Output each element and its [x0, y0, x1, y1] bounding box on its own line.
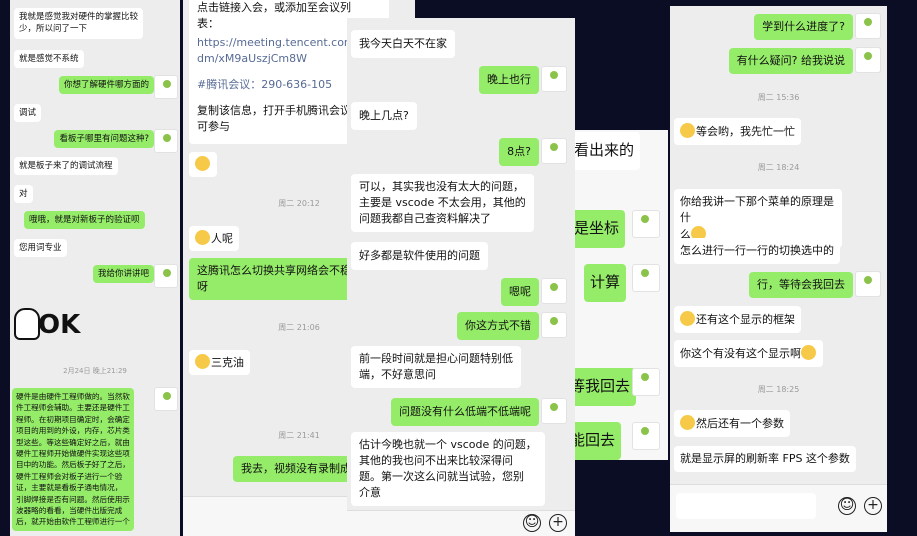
- message-bubble: 等会哟，我先忙一忙: [674, 118, 801, 145]
- message-bubble: 还有这个显示的框架: [674, 306, 801, 333]
- avatar[interactable]: [855, 47, 881, 73]
- message-bubble: 怎么进行一行一行的切换选中的: [674, 238, 840, 264]
- message-bubble: 就是感觉不系统: [14, 50, 84, 69]
- message-bubble: 然后还有一个参数: [674, 410, 790, 437]
- avatar[interactable]: [541, 278, 567, 304]
- avatar[interactable]: [154, 264, 178, 288]
- message-bubble: 有什么疑问? 给我说说: [728, 48, 853, 74]
- ok-text: OK: [38, 310, 81, 340]
- avatar[interactable]: [855, 13, 881, 39]
- chat-panel-5: 学到什么进度了? 有什么疑问? 给我说说 周二 15:36 等会哟，我先忙一忙 …: [670, 6, 887, 532]
- message-bubble: 就是板子来了的调试流程: [14, 157, 118, 176]
- message-bubble: 哦哦，就是对新板子的验证呗: [24, 211, 145, 230]
- message-bubble: 8点?: [499, 138, 539, 166]
- smile-emoji-icon: [680, 311, 695, 326]
- message-bubble: 可以，其实我也没有太大的问题， 主要是 vscode 不太会用，其他的 问题我都…: [351, 174, 534, 232]
- message-bubble: 就是显示屏的刷新率 FPS 这个参数: [674, 446, 856, 472]
- avatar[interactable]: [632, 210, 660, 238]
- cat-sticker: [189, 152, 217, 177]
- avatar[interactable]: [541, 312, 567, 338]
- plus-icon[interactable]: +: [549, 514, 567, 532]
- smile-emoji-icon: [680, 123, 695, 138]
- cat-emoji-icon: [195, 230, 210, 245]
- message-bubble: 你这方式不错: [457, 312, 539, 340]
- message-bubble: 我给你讲讲吧: [92, 265, 154, 284]
- message-bubble: 看板子哪里有问题这种?: [54, 130, 154, 149]
- message-input[interactable]: [676, 493, 816, 519]
- avatar[interactable]: [632, 368, 660, 396]
- timestamp: 周二 18:24: [757, 163, 800, 172]
- ok-sticker: OK: [14, 298, 80, 346]
- message-bubble: 好多都是软件使用的问题: [351, 242, 488, 270]
- message-bubble: 您用词专业: [14, 239, 67, 258]
- timestamp: 2月24日 晚上21:29: [63, 367, 127, 375]
- avatar[interactable]: [632, 422, 660, 450]
- avatar[interactable]: [541, 66, 567, 92]
- message-bubble: 晚上几点?: [351, 102, 417, 130]
- message-bubble: 调试: [14, 104, 42, 123]
- emoji-icon[interactable]: ☺: [523, 514, 541, 532]
- message-bubble: 学到什么进度了?: [754, 14, 853, 40]
- message-bubble: 行，等待会我回去: [749, 272, 853, 298]
- message-bubble: 硬件是由硬件工程师做的。当然软 件工程师会辅助。主要还是硬件工 程师。在初期项目…: [12, 388, 134, 531]
- avatar[interactable]: [154, 129, 178, 153]
- chat-panel-4: 看出来的 是坐标 计算 等我回去 能回去: [560, 130, 668, 460]
- message-bubble: 计算: [584, 264, 627, 302]
- smile-emoji-icon: [195, 354, 210, 369]
- message-bubble: 你这个有没有这个显示啊: [674, 340, 823, 367]
- avatar[interactable]: [541, 398, 567, 424]
- message-bubble: 我今天白天不在家: [351, 30, 455, 58]
- chat-panel-3: 我今天白天不在家 晚上也行 晚上几点? 8点? 可以，其实我也没有太大的问题， …: [347, 18, 575, 536]
- emoji-icon[interactable]: ☺: [838, 497, 856, 515]
- message-bubble: 嗯呢: [501, 278, 539, 306]
- message-bubble: 晚上也行: [479, 66, 539, 94]
- message-bubble: 估计今晚也就一个 vscode 的问题， 其他的我也问不出来比较深得问 题。第一…: [351, 432, 545, 506]
- message-bubble: 对: [14, 185, 33, 204]
- hand-icon: [14, 308, 40, 340]
- timestamp: 周二 15:36: [757, 93, 800, 102]
- message-bubble: 问题没有什么低端不低端呢: [391, 398, 539, 426]
- smile-emoji-icon: [680, 415, 695, 430]
- chat-panel-1: 我就是感觉我对硬件的掌握比较 少，所以问了一下 就是感觉不系统 你想了解硬件哪方…: [10, 0, 180, 536]
- input-bar: ☺ +: [347, 510, 575, 536]
- message-bubble: 这腾讯怎么切换共享网络会不稳 呀: [189, 258, 359, 300]
- avatar[interactable]: [154, 387, 178, 411]
- input-bar: ☺ +: [670, 484, 887, 532]
- message-bubble: 你想了解硬件哪方面的: [58, 76, 154, 95]
- plus-icon[interactable]: +: [864, 497, 882, 515]
- timestamp: 周二 18:25: [757, 385, 800, 394]
- avatar[interactable]: [632, 264, 660, 292]
- smile-emoji-icon: [801, 345, 816, 360]
- message-bubble: 我就是感觉我对硬件的掌握比较 少，所以问了一下: [14, 8, 144, 39]
- message-bubble: 三克油: [189, 350, 250, 375]
- message-bubble: 我去，视频没有录制成: [233, 456, 359, 482]
- avatar[interactable]: [855, 271, 881, 297]
- avatar[interactable]: [154, 75, 178, 99]
- avatar[interactable]: [541, 138, 567, 164]
- message-bubble: 人呢: [189, 226, 239, 251]
- message-bubble: 前一段时间就是担心问题特别低 端，不好意思问: [351, 346, 521, 388]
